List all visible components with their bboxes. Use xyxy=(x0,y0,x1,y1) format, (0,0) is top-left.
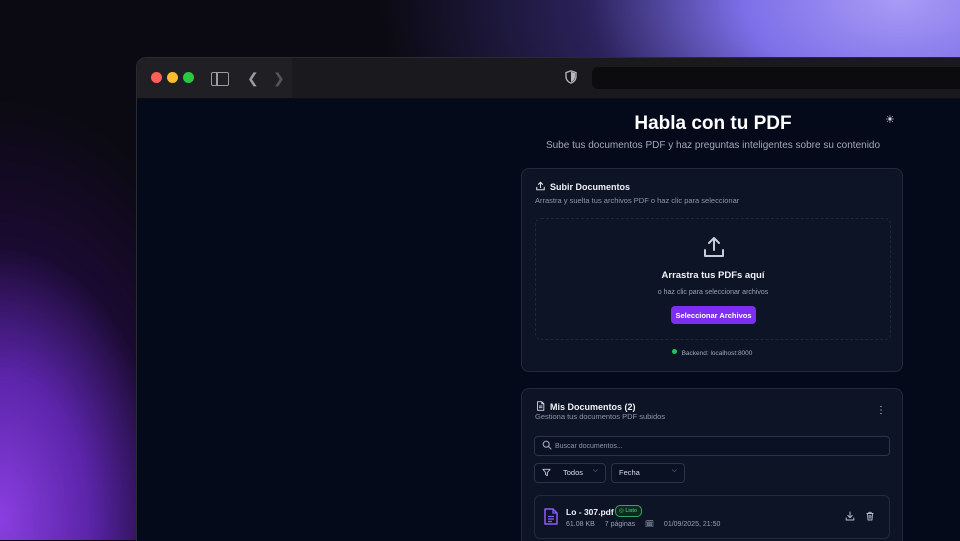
document-icon xyxy=(537,401,545,411)
page-title: Habla con tu PDF xyxy=(634,113,792,134)
documents-card: Mis Documentos (2) Gestiona tus document… xyxy=(521,388,903,541)
back-arrow-icon[interactable]: ❮ xyxy=(247,68,259,88)
trash-icon[interactable] xyxy=(865,511,875,521)
download-icon[interactable] xyxy=(845,511,855,521)
upload-icon xyxy=(536,181,545,191)
calendar-icon: 🗓︎ xyxy=(645,521,656,528)
document-name: Lo - 307.pdf xyxy=(566,507,614,517)
status-dot-icon xyxy=(671,349,677,354)
upload-card-title-text: Subir Documentos xyxy=(550,182,631,192)
sort-value: Fecha xyxy=(619,468,640,477)
upload-card: Subir Documentos Arrastra y suelta tus a… xyxy=(521,168,903,372)
documents-card-title-text: Mis Documentos (2) xyxy=(550,402,636,412)
pdf-file-icon xyxy=(544,508,558,525)
status-filter-value: Todos xyxy=(563,468,584,477)
page-subtitle: Sube tus documentos PDF y haz preguntas … xyxy=(545,140,881,151)
close-window-button[interactable] xyxy=(151,72,162,83)
documents-card-subtitle: Gestiona tus documentos PDF subidos xyxy=(535,412,666,421)
search-box[interactable] xyxy=(534,436,890,456)
page-content: Habla con tu PDF Sube tus documentos PDF… xyxy=(137,99,960,541)
browser-titlebar: ❮ ❯ xyxy=(137,58,960,99)
status-filter-select[interactable]: Todos ⌵ xyxy=(534,463,606,483)
search-icon xyxy=(542,440,552,450)
upload-large-icon xyxy=(704,237,724,257)
status-badge-text: Listo xyxy=(625,508,637,514)
backend-status-text: Backend: localhost:8000 xyxy=(681,350,753,357)
upload-card-title: Subir Documentos xyxy=(535,181,630,192)
forward-arrow-icon[interactable]: ❯ xyxy=(273,68,285,88)
address-bar[interactable] xyxy=(592,67,960,89)
dropzone-subtitle: o haz clic para seleccionar archivos xyxy=(657,289,769,296)
theme-toggle-sun-icon[interactable]: ☀ xyxy=(885,113,895,126)
status-badge: ◎ Listo xyxy=(615,505,642,517)
filter-icon xyxy=(542,468,551,477)
search-input[interactable] xyxy=(555,437,875,455)
select-files-button[interactable]: Seleccionar Archivos xyxy=(671,306,756,324)
pdf-dropzone[interactable]: Arrastra tus PDFs aquí o haz clic para s… xyxy=(535,218,891,340)
maximize-window-button[interactable] xyxy=(183,72,194,83)
document-pages: 7 páginas xyxy=(604,521,636,528)
browser-window: ❮ ❯ Habla con tu PDF Sube tus documentos… xyxy=(136,57,960,541)
document-date: 🗓︎ 01/09/2025, 21:50 xyxy=(645,521,728,528)
chevron-down-icon: ⌵ xyxy=(592,467,598,474)
document-row[interactable]: Lo - 307.pdf ◎ Listo 61.08 KB 7 páginas … xyxy=(534,495,890,539)
sidebar-toggle-icon[interactable] xyxy=(211,72,229,86)
document-meta: 61.08 KB 7 páginas 🗓︎ 01/09/2025, 21:50 xyxy=(566,520,736,528)
chevron-down-icon: ⌵ xyxy=(671,467,677,474)
document-size: 61.08 KB xyxy=(566,521,595,528)
dropzone-title: Arrastra tus PDFs aquí xyxy=(661,270,765,281)
documents-card-title: Mis Documentos (2) xyxy=(535,401,636,412)
more-options-icon[interactable]: ⋮ xyxy=(876,405,886,416)
sort-select[interactable]: Fecha ⌵ xyxy=(611,463,685,483)
shield-icon[interactable] xyxy=(565,70,577,84)
minimize-window-button[interactable] xyxy=(167,72,178,83)
backend-status: Backend: localhost:8000 xyxy=(522,349,902,357)
upload-card-subtitle: Arrastra y suelta tus archivos PDF o haz… xyxy=(535,196,740,205)
document-date-text: 01/09/2025, 21:50 xyxy=(663,521,721,528)
